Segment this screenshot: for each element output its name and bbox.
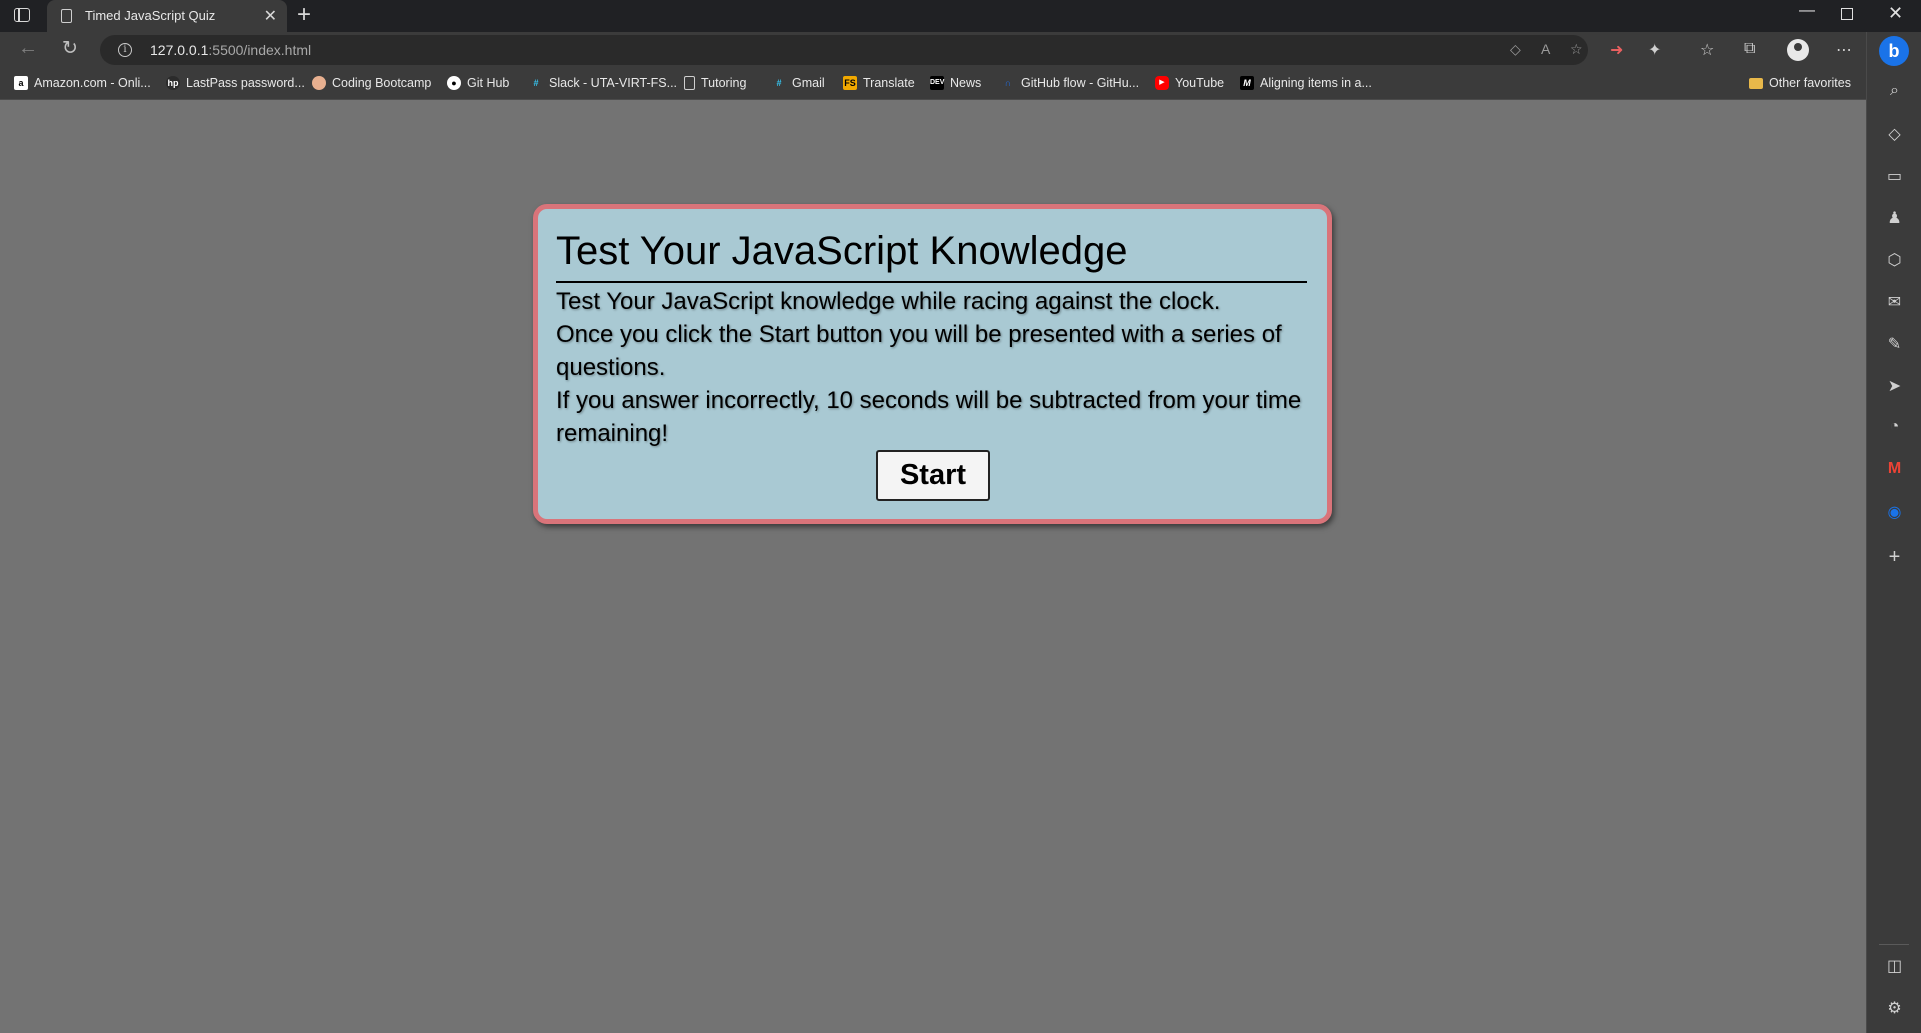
extension-icon[interactable]: ➜ xyxy=(1610,40,1623,60)
quiz-intro-card: Test Your JavaScript Knowledge Test Your… xyxy=(533,204,1332,524)
document-icon xyxy=(684,76,695,90)
url-host: 127.0.0.1 xyxy=(150,42,209,58)
title-bar: Timed JavaScript Quiz ✕ + — ✕ xyxy=(0,0,1921,32)
bookmark-label: Aligning items in a... xyxy=(1260,76,1372,90)
slack-icon: # xyxy=(533,78,539,88)
amazon-icon: a xyxy=(14,76,28,90)
reload-button[interactable]: ↻ xyxy=(62,37,78,60)
description-line-1: Test Your JavaScript knowledge while rac… xyxy=(556,288,1221,315)
restore-button[interactable] xyxy=(1841,8,1853,20)
page-icon xyxy=(61,9,72,23)
minimize-button[interactable]: — xyxy=(1799,2,1815,20)
page-viewport: Test Your JavaScript Knowledge Test Your… xyxy=(0,101,1866,1033)
bookmark-label: YouTube xyxy=(1175,76,1225,90)
bookmark-label: Slack - UTA-VIRT-FS... xyxy=(549,76,678,90)
bookmark-lastpass[interactable]: hp LastPass password... xyxy=(166,76,305,90)
bookmark-label: GitHub flow - GitHu... xyxy=(1021,76,1140,90)
bookmark-github[interactable]: ● Git Hub xyxy=(447,76,509,90)
tools-icon[interactable]: ▭ xyxy=(1867,166,1921,186)
app-icon[interactable]: ◉ xyxy=(1867,502,1921,522)
github-icon: ● xyxy=(447,76,461,90)
github-docs-icon: ∩ xyxy=(1004,78,1012,88)
close-window-button[interactable]: ✕ xyxy=(1888,3,1903,24)
drop-icon[interactable]: ✎ xyxy=(1867,334,1921,354)
bookmark-slack[interactable]: # Slack - UTA-VIRT-FS... xyxy=(529,76,677,90)
notifications-icon[interactable]: ◔ xyxy=(1867,418,1921,436)
bing-chat-icon[interactable]: b xyxy=(1879,36,1909,66)
youtube-icon: ▶ xyxy=(1155,76,1169,90)
bookmark-coding-bootcamp[interactable]: Coding Bootcamp xyxy=(312,76,431,90)
close-tab-icon[interactable]: ✕ xyxy=(264,6,277,26)
translate-icon: FS xyxy=(843,76,857,90)
navigation-toolbar: ← ↻ i 127.0.0.1:5500/index.html ◇ A ☆ ➜ … xyxy=(0,32,1866,68)
dev-icon: DEV xyxy=(930,76,944,90)
collections-icon[interactable]: ⧉ xyxy=(1744,40,1755,58)
add-favorite-icon[interactable]: ☆ xyxy=(1570,41,1583,58)
tab-active[interactable]: Timed JavaScript Quiz ✕ xyxy=(47,0,287,32)
description-line-2: Once you click the Start button you will… xyxy=(556,321,1282,381)
bookmark-youtube[interactable]: ▶ YouTube xyxy=(1155,76,1224,90)
hide-sidebar-icon[interactable]: ◫ xyxy=(1867,956,1921,976)
bookmark-label: Git Hub xyxy=(467,76,510,90)
bookmark-translate[interactable]: FS Translate xyxy=(843,76,915,90)
bootcamp-icon xyxy=(312,76,326,90)
bookmark-amazon[interactable]: a Amazon.com - Onli... xyxy=(14,76,151,90)
office-icon[interactable]: ⬡ xyxy=(1867,250,1921,270)
start-button[interactable]: Start xyxy=(876,450,990,501)
bookmark-label: Gmail xyxy=(792,76,825,90)
settings-icon[interactable]: ⚙ xyxy=(1867,998,1921,1018)
bookmark-label: Coding Bootcamp xyxy=(332,76,432,90)
bookmark-gmail[interactable]: # Gmail xyxy=(772,76,825,90)
bookmarks-bar: a Amazon.com - Onli... hp LastPass passwor… xyxy=(0,68,1866,100)
gmail-icon[interactable]: M xyxy=(1867,460,1921,478)
games-icon[interactable]: ♟ xyxy=(1867,208,1921,228)
read-aloud-icon[interactable]: A xyxy=(1541,41,1550,57)
favorites-icon[interactable]: ☆ xyxy=(1700,40,1714,60)
shopping-tag-icon[interactable]: ◇ xyxy=(1867,124,1921,144)
url-text[interactable]: 127.0.0.1:5500/index.html xyxy=(150,42,311,58)
folder-icon xyxy=(1749,77,1763,89)
url-path: :5500/index.html xyxy=(208,42,312,58)
slack-icon: # xyxy=(776,78,782,88)
outlook-icon[interactable]: ✉ xyxy=(1867,292,1921,312)
description-line-3: If you answer incorrectly, 10 seconds wi… xyxy=(556,387,1302,447)
quiz-description: Test Your JavaScript knowledge while rac… xyxy=(556,285,1307,450)
bookmark-github-flow[interactable]: ∩ GitHub flow - GitHu... xyxy=(1001,76,1139,90)
profile-avatar[interactable] xyxy=(1787,39,1809,61)
other-favorites-label: Other favorites xyxy=(1769,76,1851,90)
extensions-icon[interactable]: ✦ xyxy=(1648,40,1661,60)
tab-title: Timed JavaScript Quiz xyxy=(85,8,216,23)
bookmark-label: News xyxy=(950,76,982,90)
more-menu-icon[interactable]: ⋯ xyxy=(1836,40,1852,60)
site-info-icon[interactable]: i xyxy=(118,43,132,57)
address-bar[interactable]: i 127.0.0.1:5500/index.html ◇ A ☆ xyxy=(100,35,1588,65)
send-icon[interactable]: ➤ xyxy=(1867,376,1921,396)
bookmark-label: LastPass password... xyxy=(186,76,305,90)
bookmark-label: Translate xyxy=(863,76,915,90)
edge-sidebar: b ⌕ ◇ ▭ ♟ ⬡ ✉ ✎ ➤ ◔ M ◉ + ◫ ⚙ xyxy=(1866,32,1921,1033)
bookmark-news[interactable]: DEV News xyxy=(930,76,981,90)
bookmark-label: Tutoring xyxy=(701,76,747,90)
mdn-icon: M xyxy=(1240,76,1254,90)
hp-icon: hp xyxy=(166,76,180,90)
new-tab-button[interactable]: + xyxy=(297,2,311,28)
other-favorites[interactable]: Other favorites xyxy=(1749,76,1851,90)
search-icon[interactable]: ⌕ xyxy=(1867,82,1921,100)
bookmark-aligning-items[interactable]: M Aligning items in a... xyxy=(1240,76,1372,90)
tracking-prevention-icon[interactable]: ◇ xyxy=(1510,41,1521,58)
back-button[interactable]: ← xyxy=(18,37,38,60)
page-title: Test Your JavaScript Knowledge xyxy=(556,227,1307,283)
bookmark-tutoring[interactable]: Tutoring xyxy=(684,76,746,90)
add-app-icon[interactable]: + xyxy=(1867,546,1921,569)
sidebar-divider xyxy=(1879,944,1909,945)
bookmark-label: Amazon.com - Onli... xyxy=(34,76,151,90)
tab-actions-icon[interactable] xyxy=(14,8,30,22)
